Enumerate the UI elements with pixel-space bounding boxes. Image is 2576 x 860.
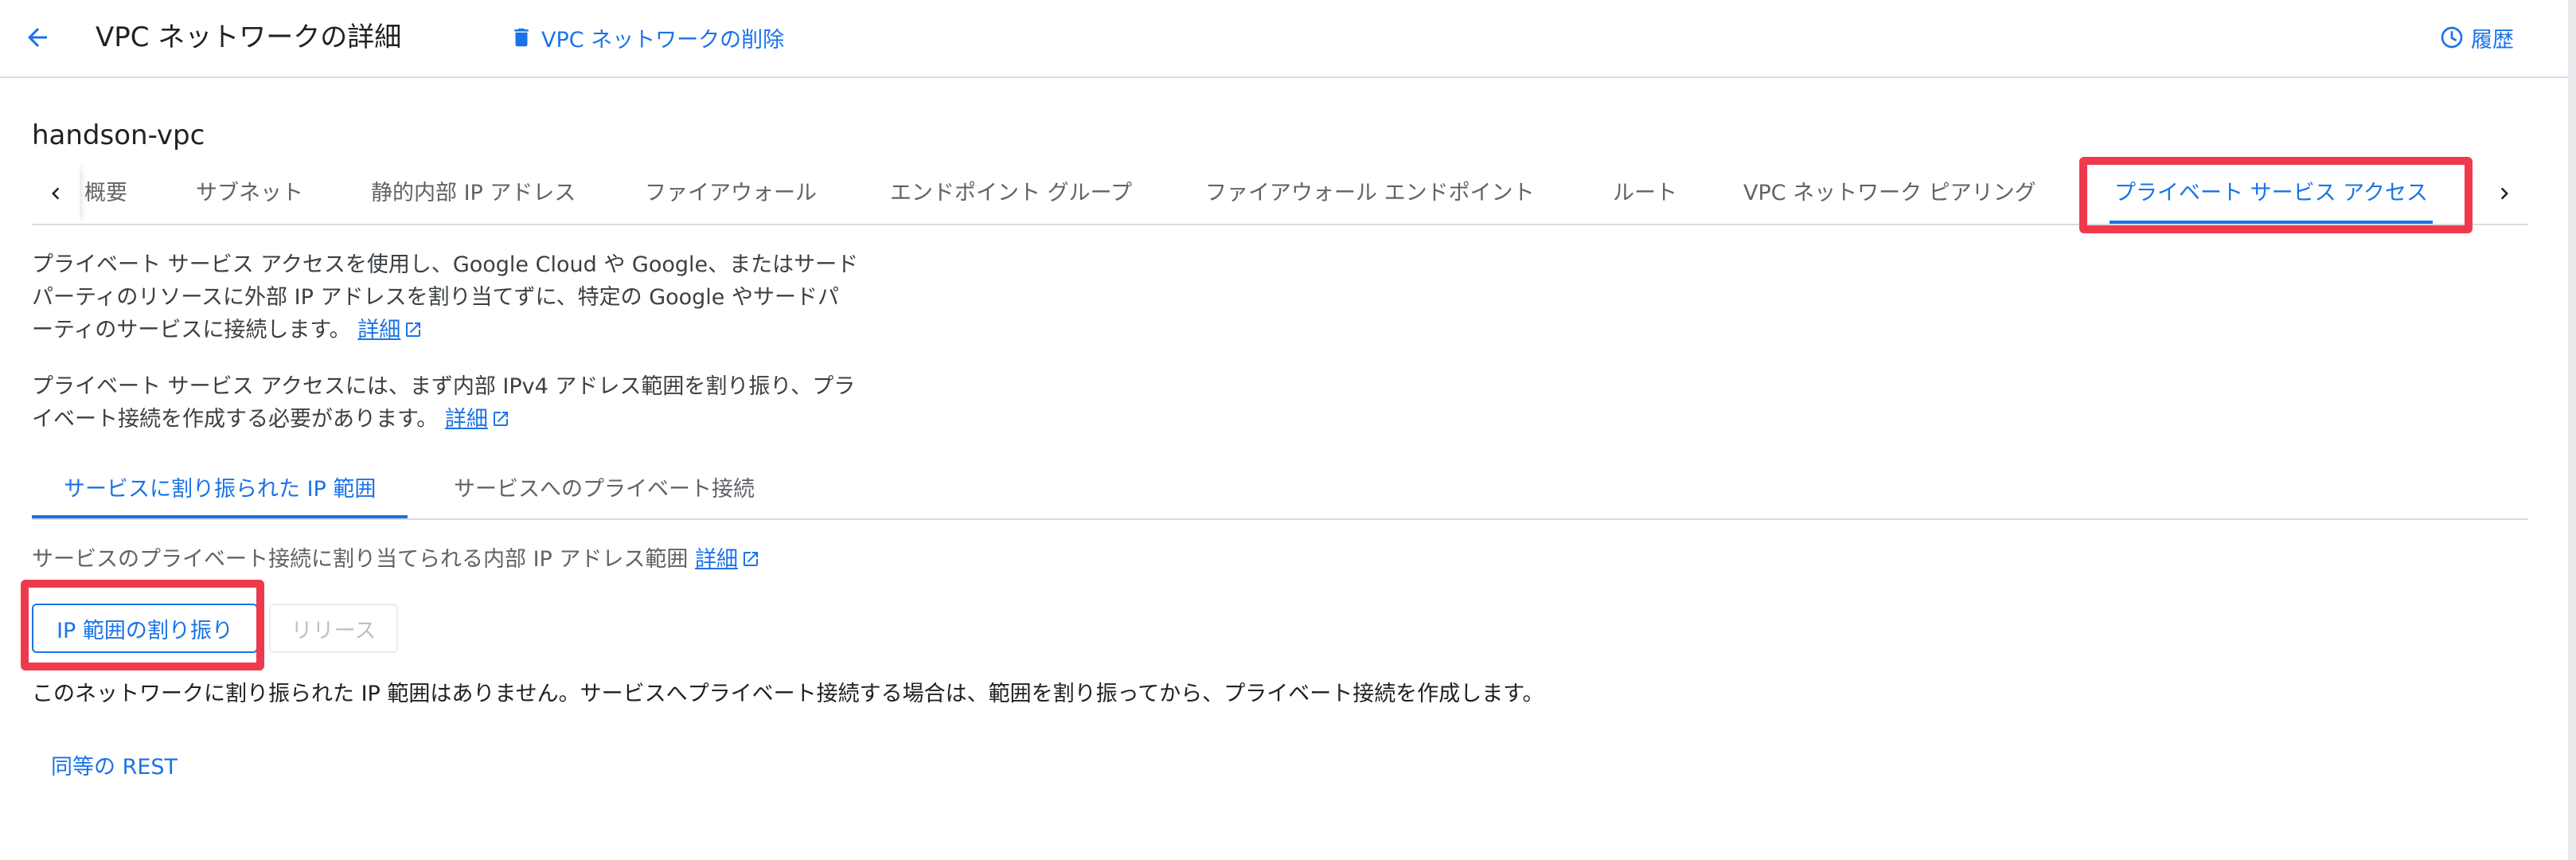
tab-firewall-endpoints[interactable]: ファイアウォール エンドポイント — [1205, 163, 1535, 224]
psa-description-text: プライベート サービス アクセスを使用し、Google Cloud や Goog… — [32, 252, 859, 342]
subtab-allocated-ip-ranges[interactable]: サービスに割り振られた IP 範囲 — [31, 461, 408, 518]
release-button[interactable]: リリース — [269, 604, 398, 653]
chevron-right-icon — [2500, 187, 2508, 200]
tab-firewall[interactable]: ファイアウォール — [645, 163, 817, 224]
external-link-icon — [493, 412, 508, 426]
psa-requirement: プライベート サービス アクセスには、まず内部 IPv4 アドレス範囲を割り振り… — [32, 370, 860, 436]
delete-vpc-label: VPC ネットワークの削除 — [541, 27, 785, 53]
ip-ranges-learn-more-link[interactable]: 詳細 — [695, 547, 760, 572]
chevron-left-icon — [52, 187, 60, 200]
tab-vpc-peering[interactable]: VPC ネットワーク ピアリング — [1743, 163, 2036, 224]
tab-static-internal-ip[interactable]: 静的内部 IP アドレス — [371, 163, 576, 224]
page-title: VPC ネットワークの詳細 — [96, 22, 402, 53]
external-link-icon — [406, 322, 421, 337]
ip-ranges-description: サービスのプライベート接続に割り当てられる内部 IP アドレス範囲 詳細 — [32, 544, 760, 576]
learn-more-label: 詳細 — [357, 318, 401, 342]
psa-requirement-text: プライベート サービス アクセスには、まず内部 IPv4 アドレス範囲を割り振り… — [32, 374, 856, 432]
psa-subtabs: サービスに割り振られた IP 範囲 サービスへのプライベート接続 — [31, 461, 2528, 520]
subtab-private-connections[interactable]: サービスへのプライベート接続 — [454, 461, 755, 518]
tab-private-service-access[interactable]: プライベート サービス アクセス — [2110, 163, 2433, 224]
ip-ranges-description-text: サービスのプライベート接続に割り当てられる内部 IP アドレス範囲 — [32, 547, 689, 572]
clock-icon — [2441, 26, 2463, 49]
empty-state-message: このネットワークに割り振られた IP 範囲はありません。サービスへプライベート接… — [32, 682, 1544, 706]
tab-endpoint-groups[interactable]: エンドポイント グループ — [890, 163, 1132, 224]
history-button[interactable]: 履歴 — [2439, 19, 2514, 56]
learn-more-link-2[interactable]: 詳細 — [445, 407, 510, 432]
history-label: 履歴 — [2471, 27, 2514, 53]
allocate-ip-range-button[interactable]: IP 範囲の割り振り — [32, 604, 258, 653]
arrow-back-icon — [28, 28, 47, 47]
back-button[interactable] — [18, 18, 57, 57]
window-edge — [2568, 0, 2576, 860]
learn-more-label-2: 詳細 — [444, 407, 488, 432]
page-header: VPC ネットワークの詳細 VPC ネットワークの削除 履歴 — [0, 0, 2568, 78]
tabs-scroll-right-button[interactable] — [2480, 163, 2528, 224]
delete-vpc-button[interactable]: VPC ネットワークの削除 — [509, 19, 784, 56]
psa-description: プライベート サービス アクセスを使用し、Google Cloud や Goog… — [32, 248, 860, 346]
trash-icon — [514, 28, 529, 47]
tab-routes[interactable]: ルート — [1613, 163, 1677, 224]
tab-subnets[interactable]: サブネット — [196, 163, 303, 224]
learn-more-link[interactable]: 詳細 — [357, 318, 423, 342]
equivalent-rest-link[interactable]: 同等の REST — [51, 752, 178, 784]
tab-overview[interactable]: 概要 — [84, 163, 127, 224]
detail-tabs: 概要 サブネット 静的内部 IP アドレス ファイアウォール エンドポイント グ… — [32, 163, 2528, 225]
external-link-icon — [744, 552, 759, 566]
vpc-name: handson-vpc — [32, 119, 205, 151]
ip-ranges-learn-more-label: 詳細 — [695, 547, 739, 572]
tabs-scroll-left-button[interactable] — [32, 163, 80, 224]
